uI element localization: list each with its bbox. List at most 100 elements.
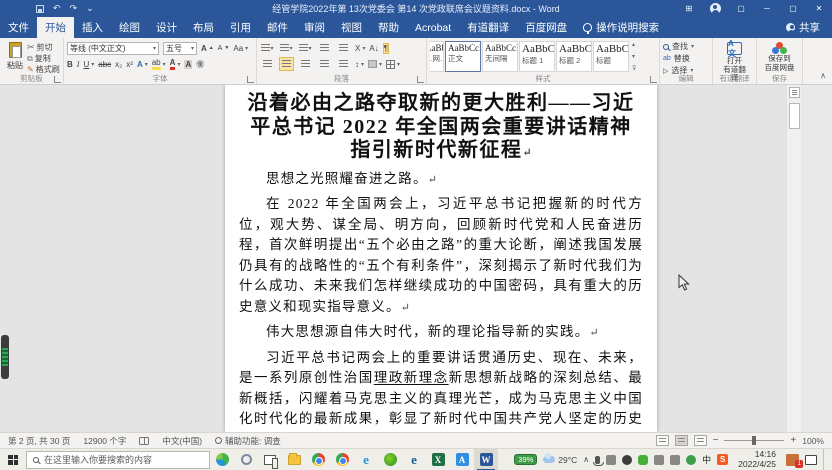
find-button[interactable]: 查找▾ [663, 41, 709, 52]
show-desktop-button[interactable] [823, 449, 828, 470]
battery-indicator[interactable]: 39% [514, 454, 537, 465]
enclose-characters-button[interactable]: ㊝ [196, 59, 204, 70]
strikethrough-button[interactable]: abc [98, 60, 111, 69]
tab-view[interactable]: 视图 [333, 17, 370, 38]
styles-scroll-down-icon[interactable]: ▾ [632, 53, 636, 60]
account-avatar[interactable] [702, 0, 728, 17]
shading-bucket-button[interactable]: ▾ [368, 60, 382, 68]
superscript-button[interactable]: x² [126, 60, 133, 69]
taskbar-app-browser-2[interactable] [330, 449, 354, 470]
bullets-button[interactable]: ▾ [260, 41, 275, 55]
cut-button[interactable]: ✂剪切 [27, 42, 60, 53]
style-card-heading1[interactable]: AaBbC 标题 1 [519, 41, 555, 72]
display-settings-icon[interactable]: ▢ [728, 0, 754, 17]
font-dialog-launcher[interactable] [247, 76, 254, 83]
page-indicator[interactable]: 第 2 页, 共 30 页 [8, 435, 70, 447]
ribbon-display-options-icon[interactable]: ⊞ [676, 0, 702, 17]
tab-references[interactable]: 引用 [222, 17, 259, 38]
tab-youdao[interactable]: 有道翻译 [459, 17, 517, 38]
collapse-ribbon-icon[interactable]: ∧ [820, 71, 826, 80]
styles-scroll-up-icon[interactable]: ▴ [632, 41, 636, 48]
security-shield-icon[interactable] [686, 455, 696, 465]
grow-font-button[interactable]: A▲ [201, 44, 214, 53]
close-button[interactable]: ✕ [806, 0, 832, 17]
vertical-scrollbar[interactable] [786, 85, 801, 432]
tab-insert[interactable]: 插入 [74, 17, 111, 38]
tab-home[interactable]: 开始 [37, 17, 74, 38]
web-layout-button[interactable] [694, 435, 707, 446]
line-spacing-button[interactable]: ↕▾ [355, 60, 364, 69]
start-button[interactable] [0, 449, 26, 470]
taskbar-app-chrome[interactable] [306, 449, 330, 470]
restore-button[interactable]: ▢ [780, 0, 806, 17]
volume-icon[interactable] [670, 455, 680, 465]
styles-more-icon[interactable]: ⊽ [632, 65, 636, 72]
tab-draw[interactable]: 绘图 [111, 17, 148, 38]
paste-button[interactable]: 粘贴 [3, 40, 27, 74]
taskbar-app-cortana[interactable] [234, 449, 258, 470]
paragraph-4[interactable]: 习近平总书记两会上的重要讲话贯通历史、现在、未来，是一系列原创性治国理政新理念新… [239, 348, 643, 433]
tab-layout[interactable]: 布局 [185, 17, 222, 38]
sogou-input-icon[interactable]: S [717, 454, 728, 465]
style-card-title[interactable]: AaBbC 标题 [593, 41, 629, 72]
align-center-button[interactable] [279, 57, 294, 71]
paragraph-1[interactable]: 思想之光照耀奋进之路。↵ [239, 169, 643, 191]
font-name-combo[interactable]: 等线 (中文正文)▾ [67, 42, 159, 55]
read-mode-button[interactable] [656, 435, 669, 446]
zoom-in-button[interactable]: + [790, 435, 796, 446]
save-to-baidu-button[interactable]: 保存到百度网盘 [760, 40, 799, 74]
distribute-button[interactable] [336, 57, 351, 71]
taskbar-app-dingtalk[interactable]: A [450, 449, 474, 470]
change-case-button[interactable]: Aa▾ [233, 44, 248, 53]
display-icon[interactable] [654, 455, 664, 465]
character-shading-button[interactable]: A [184, 60, 192, 69]
subscript-button[interactable]: x₂ [115, 60, 122, 69]
bold-button[interactable]: B [67, 60, 73, 69]
zoom-slider-thumb[interactable] [752, 436, 756, 445]
align-left-button[interactable] [260, 57, 275, 71]
document-heading[interactable]: 沿着必由之路夺取新的更大胜利——习近平总书记 2022 年全国两会重要讲话精神指… [241, 92, 641, 166]
zoom-slider[interactable] [724, 440, 784, 441]
highlight-button[interactable]: ab▾ [152, 58, 166, 70]
wechat-icon[interactable] [638, 455, 648, 465]
minimize-button[interactable]: ─ [754, 0, 780, 17]
document-page[interactable]: 沿着必由之路夺取新的更大胜利——习近平总书记 2022 年全国两会重要讲话精神指… [225, 85, 657, 432]
taskbar-app-excel[interactable]: X [426, 449, 450, 470]
style-card-normal[interactable]: AaBbCcDx 正文 [445, 41, 481, 72]
taskbar-app-360-browser[interactable] [210, 449, 234, 470]
tab-acrobat[interactable]: Acrobat [407, 17, 459, 38]
taskbar-app-edge[interactable]: e [402, 449, 426, 470]
font-size-combo[interactable]: 五号▾ [163, 42, 197, 55]
left-edge-tool-handle[interactable] [1, 335, 9, 379]
align-right-button[interactable] [298, 57, 313, 71]
increase-indent-button[interactable] [336, 41, 351, 55]
hidden-icons-chevron[interactable]: ∧ [583, 455, 589, 464]
multilevel-list-button[interactable]: ▾ [298, 41, 313, 55]
paragraph-3[interactable]: 伟大思想源自伟大时代，新的理论指导新的实践。↵ [239, 322, 643, 344]
redo-icon[interactable]: ↷ [70, 3, 78, 14]
decrease-indent-button[interactable] [317, 41, 332, 55]
open-youdao-button[interactable]: A文 打开有道翻译 [716, 40, 753, 74]
underline-button[interactable]: U▾ [83, 60, 94, 69]
tab-file[interactable]: 文件 [0, 17, 37, 38]
tab-design[interactable]: 设计 [148, 17, 185, 38]
microphone-icon[interactable] [595, 456, 600, 464]
accessibility-checker[interactable]: 辅助功能: 调查 [215, 435, 281, 447]
qq-icon[interactable] [622, 455, 632, 465]
taskbar-app-word-active[interactable]: W [474, 449, 498, 470]
word-count[interactable]: 12900 个字 [83, 435, 126, 447]
ruler-toggle-icon[interactable] [789, 87, 800, 98]
text-effects-button[interactable]: A▾ [137, 60, 148, 69]
taskbar-app-ie[interactable]: e [354, 449, 378, 470]
ime-indicator[interactable]: 中 [702, 453, 711, 466]
zoom-level[interactable]: 100% [802, 436, 824, 446]
tab-review[interactable]: 审阅 [296, 17, 333, 38]
paragraph-dialog-launcher[interactable] [417, 76, 424, 83]
taskbar-app-file-explorer[interactable] [282, 449, 306, 470]
file-transfer-tray-icon[interactable]: 1 [786, 454, 799, 466]
replace-button[interactable]: ab替换 [663, 53, 709, 64]
numbering-button[interactable]: ▾ [279, 41, 294, 55]
tell-me-search[interactable]: 操作说明搜索 [575, 17, 667, 38]
style-card-partial[interactable]: AaBbCcDx …网… [430, 41, 444, 72]
styles-dialog-launcher[interactable] [650, 76, 657, 83]
